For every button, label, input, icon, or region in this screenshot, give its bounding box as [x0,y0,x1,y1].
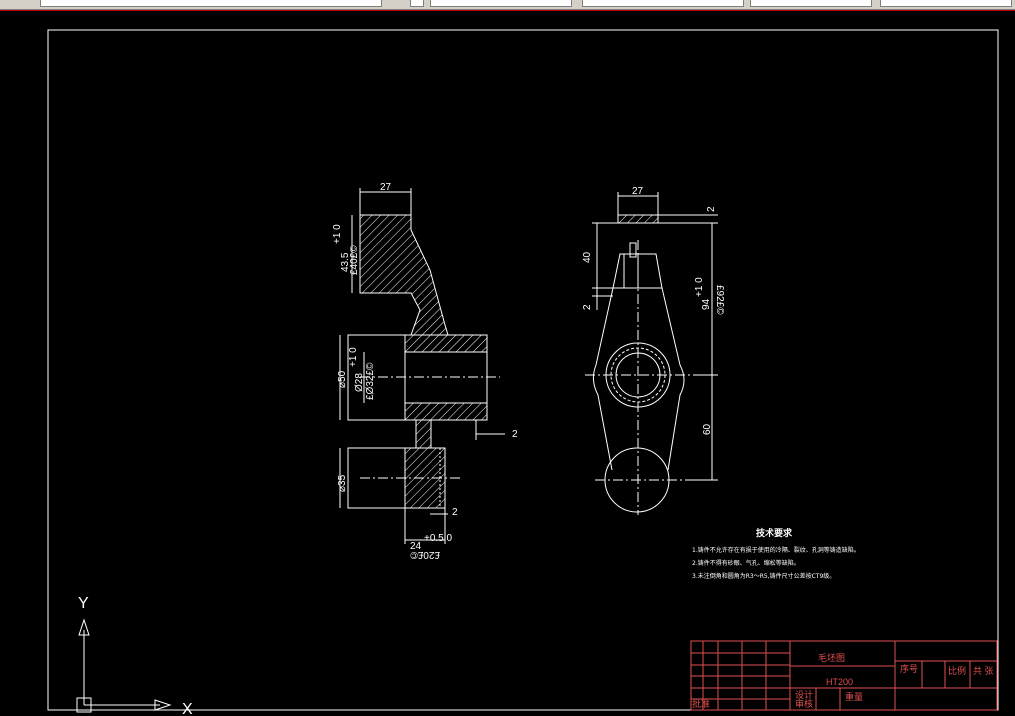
toolbar [0,0,1015,10]
title-sheet-label: 共 张 [973,666,994,676]
ucs-icon [76,618,172,713]
toolbar-combo-4[interactable] [582,0,744,7]
dim-front-top-width: 27 [632,186,644,197]
dim-side-top-width: 27 [380,182,392,193]
title-material: HT200 [826,677,853,687]
dim-front-total-tol: +1 0 [694,277,705,297]
drawing-canvas[interactable]: 27 43.5 +1 0 £40£© ⌀50 Ø28 +1 0 £Ø32£© 2… [0,10,1015,716]
upper-boss-section [359,214,449,336]
tech-req-item-2: 2.铸件不得有砂眼、气孔、缩松等缺陷。 [692,559,800,567]
title-seq-label: 序号 [900,663,918,674]
dim-side-bottom-tol: +0.5 0 [424,533,453,544]
dim-side-boss-tol: +1 0 [332,224,343,244]
hub-wall-bottom [404,402,488,421]
hub-wall-top [404,334,488,353]
tech-requirements: 技术要求 1.铸件不允许存在有损于使用的冷隔、裂纹、孔洞等铸造缺陷。 2.铸件不… [692,527,860,580]
dim-side-bore-tol: +1 0 [348,347,359,367]
front-view: 27 2 40 2 94 +1 0 £92£© 60 [582,186,725,515]
tech-req-item-3: 3.未注倒角和圆角为R3～R5,铸件尺寸公差按CT9级。 [692,572,835,580]
tech-req-title: 技术要求 [756,527,793,539]
neck-section [415,419,432,449]
toolbar-combo-3[interactable] [430,0,572,7]
dim-front-total-ref: £92£© [714,285,725,315]
dim-side-bore-dia: Ø28 [354,373,365,392]
dim-side-boss-ref: £40£© [349,245,360,275]
title-drawing-name: 毛坯图 [818,652,845,663]
dim-side-bottom-ref: £20£© [410,549,440,560]
dim-front-top-gap: 2 [706,206,717,212]
toolbar-combo-2[interactable] [410,0,424,7]
title-checker-label: 审核 [795,698,813,709]
title-scale-label: 比例 [948,665,966,676]
dim-front-stem-height: 40 [582,251,593,263]
dim-side-lower-dia: ⌀35 [337,474,348,492]
dim-side-bore-ref: £Ø32£© [365,362,376,400]
front-top-pad [617,214,659,224]
dim-side-lower-gap: 2 [452,507,458,518]
dim-side-hub-dia: ⌀50 [337,370,348,388]
sheet-frame [47,29,999,711]
dim-front-stem-gap: 2 [582,304,593,310]
tech-req-item-1: 1.铸件不允许存在有损于使用的冷隔、裂纹、孔洞等铸造缺陷。 [692,546,860,554]
toolbar-combo-1[interactable] [40,0,382,7]
title-weight-label: 重量 [845,691,863,702]
dim-side-gap-right: 2 [512,429,518,440]
cad-drawing: 27 43.5 +1 0 £40£© ⌀50 Ø28 +1 0 £Ø32£© 2… [0,10,1015,716]
ucs-x-label: X [182,701,193,716]
dim-front-lower-span: 60 [702,423,713,435]
toolbar-combo-5[interactable] [750,0,872,7]
dim-front-total: 94 [701,298,712,310]
title-approve-label: 批准 [692,698,710,709]
toolbar-combo-6[interactable] [880,0,1012,7]
section-view: 27 43.5 +1 0 £40£© ⌀50 Ø28 +1 0 £Ø32£© 2… [332,182,518,560]
ucs-y-label: Y [78,595,89,612]
